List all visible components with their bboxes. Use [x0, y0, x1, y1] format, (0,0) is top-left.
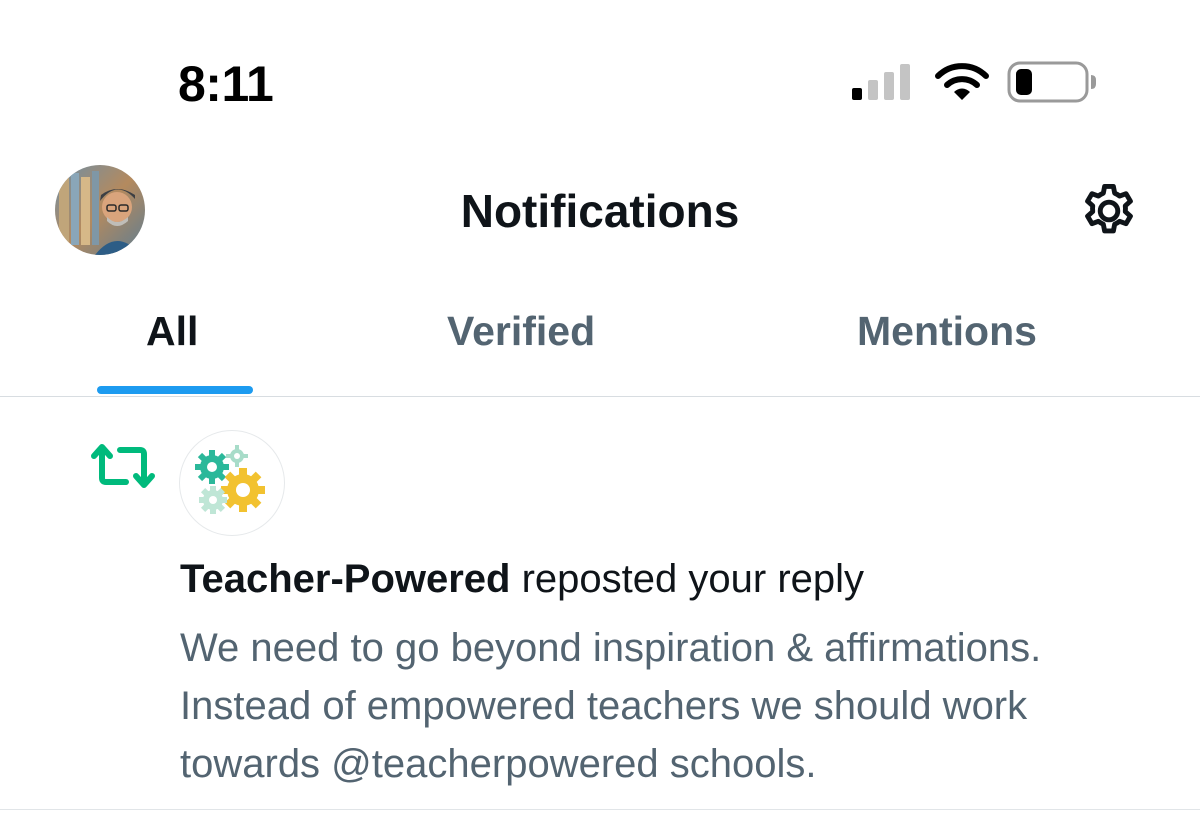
repost-icon — [91, 444, 155, 488]
settings-button[interactable] — [1078, 180, 1140, 242]
tab-verified[interactable]: Verified — [447, 308, 595, 355]
notification-action: reposted your reply — [510, 557, 865, 601]
active-tab-indicator — [97, 386, 253, 394]
notification-body: We need to go beyond inspiration & affir… — [180, 619, 1180, 793]
tab-mentions[interactable]: Mentions — [857, 308, 1037, 355]
tab-all[interactable]: All — [146, 308, 198, 355]
actor-name[interactable]: Teacher-Powered — [180, 557, 511, 601]
body-line: Instead of empowered teachers we should … — [180, 684, 1028, 728]
notification-item[interactable]: Teacher-Powered reposted your reply We n… — [0, 397, 1200, 810]
battery-icon — [1007, 61, 1096, 103]
wifi-icon — [935, 63, 989, 100]
body-line: towards @teacherpowered schools. — [180, 742, 817, 786]
signal-icon — [852, 64, 910, 100]
status-time: 8:11 — [178, 56, 274, 112]
notification-tabs: All Verified Mentions — [0, 290, 1200, 397]
body-line: We need to go beyond inspiration & affir… — [180, 626, 1042, 670]
gears-logo — [195, 445, 265, 514]
header: Notifications — [0, 150, 1200, 270]
gear-icon — [1085, 184, 1133, 234]
actor-avatar[interactable] — [179, 430, 285, 536]
notification-summary: Teacher-Powered reposted your reply — [180, 557, 864, 602]
status-bar: 8:11 — [0, 0, 1200, 150]
page-title: Notifications — [460, 185, 740, 237]
